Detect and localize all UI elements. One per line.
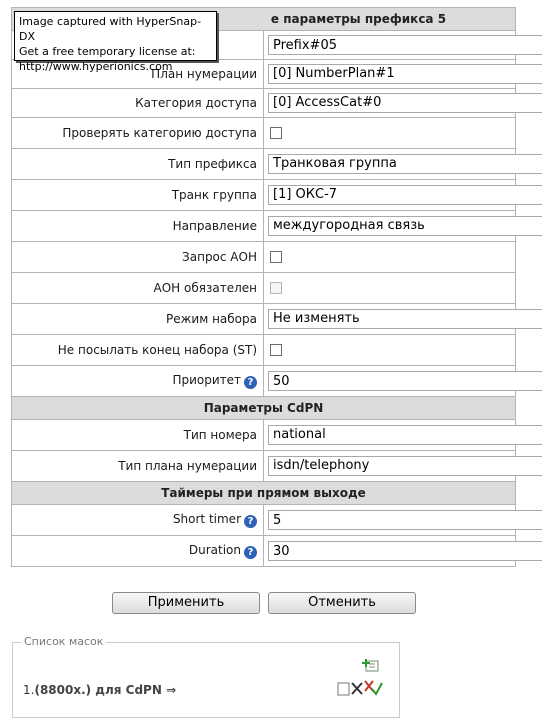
- dial-mode-row: Режим набора Не изменять: [11, 303, 542, 335]
- short-timer-input[interactable]: [268, 510, 542, 530]
- plan-type-row: Тип плана нумерации isdn/telephony: [11, 450, 542, 482]
- watermark-line-2: Get a free temporary license at:: [19, 45, 196, 58]
- number-type-select[interactable]: national: [268, 425, 542, 445]
- help-icon[interactable]: ?: [244, 515, 257, 528]
- aon-request-row: Запрос АОН: [11, 241, 516, 273]
- mask-list-legend: Список масок: [21, 635, 107, 648]
- prefix-type-value: Транковая группа: [273, 156, 397, 171]
- plan-type-value: isdn/telephony: [273, 458, 370, 473]
- direction-row: Направление междугородная связь: [11, 210, 542, 242]
- aon-required-row: АОН обязателен: [11, 272, 516, 304]
- check-access-row: Проверять категорию доступа: [11, 117, 516, 149]
- duration-input[interactable]: [268, 541, 542, 561]
- trunk-group-value: [1] ОКС-7: [273, 187, 338, 202]
- access-category-value: [0] AccessCat#0: [273, 95, 382, 110]
- numplan-select[interactable]: [0] NumberPlan#1: [268, 64, 542, 84]
- list-item[interactable]: 1.(8800x.) для CdPN ⇒: [23, 683, 176, 697]
- trunk-group-row: Транк группа [1] ОКС-7: [11, 179, 542, 211]
- no-st-label: Не посылать конец набора (ST): [11, 334, 264, 366]
- number-type-row: Тип номера national: [11, 419, 542, 451]
- watermark-line-3: http://www.hyperionics.com: [19, 60, 173, 73]
- apply-button[interactable]: Применить: [112, 592, 260, 614]
- no-st-checkbox[interactable]: [270, 344, 282, 356]
- access-category-row: Категория доступа [0] AccessCat#0: [11, 88, 542, 118]
- prefix-settings-table: е параметры префикса 5 План нумерации [0…: [11, 7, 542, 567]
- trunk-group-select[interactable]: [1] ОКС-7: [268, 185, 542, 205]
- mask-index: 1.: [23, 683, 35, 697]
- trunk-group-label: Транк группа: [11, 179, 264, 211]
- dial-mode-label: Режим набора: [11, 303, 264, 335]
- direction-select[interactable]: междугородная связь: [268, 216, 542, 236]
- prefix-name-input[interactable]: [268, 35, 542, 55]
- check-access-checkbox[interactable]: [270, 127, 282, 139]
- direction-label: Направление: [11, 210, 264, 242]
- check-access-label: Проверять категорию доступа: [11, 117, 264, 149]
- plan-type-label: Тип плана нумерации: [11, 450, 264, 482]
- edit-tools-icon[interactable]: [337, 680, 383, 696]
- access-category-label: Категория доступа: [11, 88, 264, 118]
- number-type-label: Тип номера: [11, 419, 264, 451]
- aon-required-label: АОН обязателен: [11, 272, 264, 304]
- mask-list-fieldset: Список масок 1.(8800x.) для CdPN ⇒: [12, 635, 400, 718]
- prefix-type-select[interactable]: Транковая группа: [268, 154, 542, 174]
- aon-required-checkbox[interactable]: [270, 282, 282, 294]
- timers-section-header: Таймеры при прямом выходе: [11, 481, 516, 505]
- access-category-select[interactable]: [0] AccessCat#0: [268, 93, 542, 113]
- cdpn-section-header-row: Параметры CdPN: [11, 396, 516, 420]
- cdpn-section-header: Параметры CdPN: [11, 396, 516, 420]
- aon-request-checkbox[interactable]: [270, 251, 282, 263]
- prefix-type-label: Тип префикса: [11, 148, 264, 180]
- hypersnap-watermark: Image captured with HyperSnap-DX Get a f…: [14, 11, 217, 73]
- short-timer-row: Short timer?: [11, 504, 542, 536]
- direction-value: междугородная связь: [273, 218, 425, 233]
- short-timer-label: Short timer: [172, 512, 241, 526]
- help-icon[interactable]: ?: [244, 546, 257, 559]
- priority-input[interactable]: [268, 371, 542, 391]
- help-icon[interactable]: ?: [244, 376, 257, 389]
- aon-request-label: Запрос АОН: [11, 241, 264, 273]
- cancel-button[interactable]: Отменить: [268, 592, 416, 614]
- duration-row: Duration?: [11, 535, 542, 567]
- dial-mode-select[interactable]: Не изменять: [268, 309, 542, 329]
- numplan-value: [0] NumberPlan#1: [273, 66, 395, 81]
- priority-row: Приоритет?: [11, 365, 542, 397]
- prefix-type-row: Тип префикса Транковая группа: [11, 148, 542, 180]
- number-type-value: national: [273, 427, 326, 442]
- mask-tools: [337, 659, 383, 696]
- priority-label: Приоритет: [172, 373, 241, 387]
- duration-label: Duration: [188, 543, 241, 557]
- add-mask-icon[interactable]: [362, 659, 379, 672]
- mask-text: (8800x.) для CdPN ⇒: [34, 683, 177, 697]
- timers-section-header-row: Таймеры при прямом выходе: [11, 481, 516, 505]
- plan-type-select[interactable]: isdn/telephony: [268, 456, 542, 476]
- dial-mode-value: Не изменять: [273, 311, 360, 326]
- watermark-line-1: Image captured with HyperSnap-DX: [19, 15, 202, 43]
- no-st-row: Не посылать конец набора (ST): [11, 334, 516, 366]
